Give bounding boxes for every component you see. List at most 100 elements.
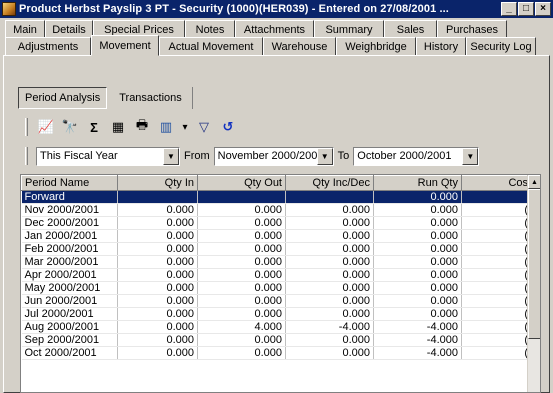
- table-cell: (: [461, 320, 532, 334]
- table-cell: Apr 2000/2001: [21, 268, 118, 282]
- table-row[interactable]: Oct 2000/20010.0000.0000.000-4.000(: [21, 346, 532, 360]
- table-cell: 0.000: [285, 268, 374, 282]
- filter-icon[interactable]: ▽: [195, 118, 213, 136]
- table-cell: 0.000: [373, 229, 462, 243]
- period-filter-bar: This Fiscal Year ▼ From November 2000/20…: [25, 146, 480, 166]
- table-cell: Nov 2000/2001: [21, 203, 118, 217]
- table-cell: (: [461, 203, 532, 217]
- chart-icon[interactable]: 📈: [37, 118, 55, 136]
- table-cell: 0.000: [197, 346, 286, 360]
- table-cell: 0.000: [373, 255, 462, 269]
- minimize-button[interactable]: _: [501, 2, 517, 16]
- table-cell: 0.000: [117, 203, 198, 217]
- tab-details[interactable]: Details: [45, 20, 93, 38]
- column-header-period-name[interactable]: Period Name: [21, 175, 118, 191]
- table-cell: 0.000: [197, 281, 286, 295]
- subtab-transactions[interactable]: Transactions: [113, 87, 193, 109]
- chevron-down-icon[interactable]: ▼: [316, 147, 333, 165]
- table-row[interactable]: Feb 2000/20010.0000.0000.0000.000(: [21, 242, 532, 256]
- to-select[interactable]: October 2000/2001 ▼: [353, 146, 480, 166]
- tab-actual-movement[interactable]: Actual Movement: [159, 37, 263, 56]
- to-label: To: [337, 150, 350, 162]
- column-header-run-qty[interactable]: Run Qty: [373, 175, 462, 191]
- export-icon[interactable]: ▦: [109, 118, 127, 136]
- grid-table: Period Name Qty In Qty Out Qty Inc/Dec R…: [21, 175, 532, 360]
- tab-movement[interactable]: Movement: [91, 35, 159, 56]
- table-cell: 0.000: [197, 268, 286, 282]
- table-cell: 0.000: [117, 346, 198, 360]
- table-cell: Oct 2000/2001: [21, 346, 118, 360]
- table-cell: 0.000: [373, 216, 462, 230]
- table-cell: Feb 2000/2001: [21, 242, 118, 256]
- chevron-down-icon[interactable]: ▼: [462, 147, 479, 165]
- table-row[interactable]: Mar 2000/20010.0000.0000.0000.000(: [21, 255, 532, 269]
- table-cell: 0.000: [373, 203, 462, 217]
- table-cell: 0.000: [117, 333, 198, 347]
- table-row[interactable]: Nov 2000/20010.0000.0000.0000.000(: [21, 203, 532, 217]
- table-cell: 0.000: [117, 255, 198, 269]
- period-analysis-grid[interactable]: Period Name Qty In Qty Out Qty Inc/Dec R…: [20, 174, 541, 393]
- binoculars-icon[interactable]: 🔭: [61, 118, 79, 136]
- column-header-qty-inc-dec[interactable]: Qty Inc/Dec: [285, 175, 374, 191]
- table-cell: 0.000: [117, 281, 198, 295]
- tab-sales[interactable]: Sales: [384, 20, 437, 38]
- table-cell: Jul 2000/2001: [21, 307, 118, 321]
- column-header-cost[interactable]: Cos: [461, 175, 532, 191]
- tab-attachments[interactable]: Attachments: [235, 20, 314, 38]
- scroll-up-icon[interactable]: ▲: [528, 175, 540, 189]
- tab-security-log[interactable]: Security Log: [466, 37, 536, 56]
- to-select-value: October 2000/2001: [357, 150, 452, 162]
- table-row[interactable]: Forward 0.000: [21, 190, 532, 204]
- table-cell: 0.000: [197, 333, 286, 347]
- grid-body: Forward 0.000 Nov 2000/2001 0.000 0.000 0.000…: [21, 190, 532, 360]
- table-row[interactable]: Jul 2000/20010.0000.0000.0000.000(: [21, 307, 532, 321]
- table-cell: (: [461, 307, 532, 321]
- tab-history[interactable]: History: [416, 37, 466, 56]
- table-cell: 0.000: [285, 281, 374, 295]
- scroll-thumb[interactable]: [528, 189, 540, 339]
- chevron-down-icon[interactable]: ▼: [163, 147, 179, 165]
- column-header-qty-in[interactable]: Qty In: [117, 175, 198, 191]
- subtab-period-analysis[interactable]: Period Analysis: [18, 87, 108, 109]
- from-select-value: November 2000/200: [217, 150, 318, 162]
- table-cell: 0.000: [197, 255, 286, 269]
- print-icon[interactable]: 🖶: [133, 117, 151, 136]
- table-row[interactable]: May 2000/20010.0000.0000.0000.000(: [21, 281, 532, 295]
- range-select[interactable]: This Fiscal Year ▼: [36, 146, 180, 166]
- tab-notes[interactable]: Notes: [185, 20, 235, 38]
- tab-main[interactable]: Main: [5, 20, 45, 38]
- window-title: Product Herbst Payslip 3 PT - Security (…: [19, 3, 449, 15]
- column-header-qty-out[interactable]: Qty Out: [197, 175, 286, 191]
- tab-adjustments[interactable]: Adjustments: [5, 37, 91, 56]
- tab-summary[interactable]: Summary: [314, 20, 384, 38]
- table-row[interactable]: Jun 2000/20010.0000.0000.0000.000(: [21, 294, 532, 308]
- tab-warehouse[interactable]: Warehouse: [263, 37, 336, 56]
- table-cell: 0.000: [285, 333, 374, 347]
- tab-purchases[interactable]: Purchases: [437, 20, 507, 38]
- table-cell: 0.000: [117, 229, 198, 243]
- table-row[interactable]: Sep 2000/20010.0000.0000.000-4.000(: [21, 333, 532, 347]
- columns-icon[interactable]: ▥: [157, 118, 175, 136]
- close-button[interactable]: ×: [535, 2, 551, 16]
- table-row[interactable]: Apr 2000/20010.0000.0000.0000.000(: [21, 268, 532, 282]
- table-cell: 0.000: [117, 294, 198, 308]
- table-cell: 0.000: [117, 268, 198, 282]
- tab-weighbridge[interactable]: Weighbridge: [336, 37, 416, 56]
- sum-icon[interactable]: Σ: [85, 118, 103, 136]
- table-cell: Dec 2000/2001: [21, 216, 118, 230]
- grid-header-row: Period Name Qty In Qty Out Qty Inc/Dec R…: [21, 175, 532, 191]
- table-cell: -4.000: [373, 346, 462, 360]
- table-row[interactable]: Jan 2000/20010.0000.0000.0000.000(: [21, 229, 532, 243]
- dropdown-arrow-icon[interactable]: ▾: [181, 118, 189, 136]
- vertical-scrollbar[interactable]: ▲: [527, 175, 540, 392]
- table-cell: Mar 2000/2001: [21, 255, 118, 269]
- refresh-icon[interactable]: ↺: [219, 118, 237, 136]
- table-cell: 0.000: [197, 307, 286, 321]
- table-row[interactable]: Aug 2000/20010.0004.000-4.000-4.000(: [21, 320, 532, 334]
- maximize-button[interactable]: □: [518, 2, 534, 16]
- table-cell: (: [461, 255, 532, 269]
- table-row[interactable]: Dec 2000/20010.0000.0000.0000.000(: [21, 216, 532, 230]
- from-select[interactable]: November 2000/200 ▼: [213, 146, 334, 166]
- table-cell: 4.000: [197, 320, 286, 334]
- table-cell: 0.000: [373, 294, 462, 308]
